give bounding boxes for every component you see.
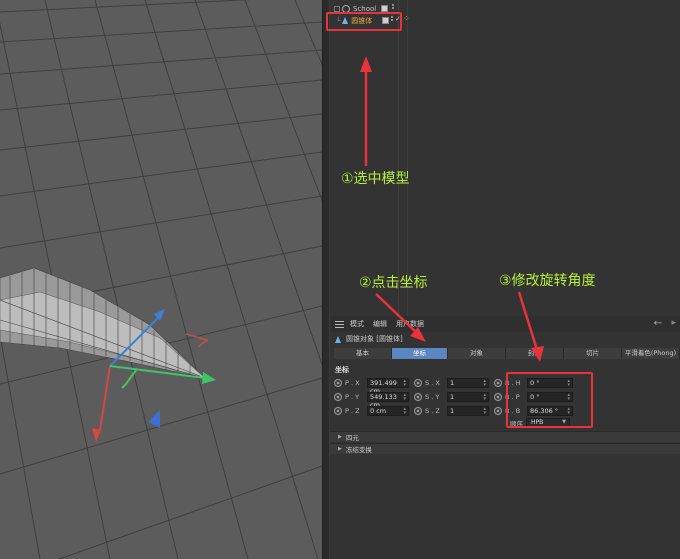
highlight-box-rotation	[506, 372, 593, 428]
group-freeze-transform[interactable]: ▶ 冻结变换	[330, 443, 680, 454]
spinner-icon[interactable]: ▴ ▾	[403, 406, 406, 415]
attribute-manager[interactable]: 模式 编辑 用户数据 ← ▸ 圆锥对象 [圆锥体] 基本 坐标 对象 封顶 切片…	[330, 316, 680, 559]
spinner-icon[interactable]: ▴ ▾	[403, 378, 406, 387]
attribute-tabs: 基本 坐标 对象 封顶 切片 平滑着色(Phong)	[334, 348, 680, 359]
group-freeze-label: 冻结变换	[345, 446, 372, 454]
annotation-step3: ③修改旋转角度	[499, 273, 596, 289]
object-manager[interactable]: School └ 圆锥体 ✓ ⁘ ①选中模型 ②点击坐标 ③修改旋转角度	[326, 0, 680, 316]
expand-arrow-icon: ▶	[338, 446, 342, 452]
position-x-field[interactable]: 391.499 cm ▴ ▾	[367, 377, 409, 395]
coord-label: S . Y	[425, 392, 440, 401]
annotation-arrows	[360, 56, 372, 166]
scale-z-field[interactable]: 1 ▴ ▾	[447, 405, 489, 416]
keyframe-radio[interactable]	[334, 406, 342, 415]
coord-label: P . Y	[345, 392, 360, 401]
expand-arrow-icon: ▶	[338, 434, 342, 440]
group-quaternion[interactable]: ▶ 四元	[330, 431, 680, 442]
keyframe-radio[interactable]	[494, 392, 502, 401]
keyframe-radio[interactable]	[414, 378, 422, 387]
attribute-object-header: 圆锥对象 [圆锥体]	[330, 333, 403, 345]
scale-y-value: 1	[450, 392, 455, 401]
spinner-icon[interactable]: ▴ ▾	[483, 406, 486, 415]
attribute-menubar: 模式 编辑 用户数据 ← ▸	[330, 316, 680, 332]
scale-x-value: 1	[450, 378, 455, 387]
tab-basic[interactable]: 基本	[334, 348, 392, 359]
3d-viewport[interactable]	[0, 0, 322, 559]
scale-y-field[interactable]: 1 ▴ ▾	[447, 391, 489, 402]
annotation-step1: ①选中模型	[341, 171, 410, 187]
menu-edit[interactable]: 编辑	[373, 319, 387, 329]
scale-z-value: 1	[450, 406, 455, 415]
panel-splitter[interactable]	[322, 0, 330, 559]
keyframe-radio[interactable]	[334, 378, 342, 387]
keyframe-radio[interactable]	[494, 378, 502, 387]
tab-slice[interactable]: 切片	[564, 348, 622, 359]
spinner-icon[interactable]: ▴ ▾	[483, 392, 486, 401]
menu-mode[interactable]: 模式	[350, 319, 364, 329]
coord-label: P . Z	[345, 406, 360, 415]
tab-phong[interactable]: 平滑着色(Phong)	[622, 348, 680, 359]
keyframe-radio[interactable]	[414, 406, 422, 415]
tab-coordinates[interactable]: 坐标	[392, 348, 448, 359]
annotation-step2: ②点击坐标	[359, 275, 428, 291]
section-title: 坐标	[335, 366, 349, 374]
spinner-icon[interactable]: ▴ ▾	[403, 392, 406, 401]
back-arrow-icon[interactable]: ←	[654, 318, 662, 329]
menu-hamburger-icon[interactable]	[335, 320, 344, 328]
keyframe-radio[interactable]	[494, 406, 502, 415]
keyframe-radio[interactable]	[334, 392, 342, 401]
more-icon[interactable]: ▸	[671, 318, 676, 328]
tab-caps[interactable]: 封顶	[506, 348, 564, 359]
viewport-scene	[0, 0, 322, 559]
coord-label: P . X	[345, 378, 360, 387]
menu-user-data[interactable]: 用户数据	[396, 319, 424, 329]
tab-object[interactable]: 对象	[448, 348, 506, 359]
position-y-field[interactable]: 549.133 cm ▴ ▾	[367, 391, 409, 409]
scale-x-field[interactable]: 1 ▴ ▾	[447, 377, 489, 388]
position-z-field[interactable]: 0 cm ▴ ▾	[367, 405, 409, 416]
cone-object-icon	[335, 335, 341, 343]
position-z-value: 0 cm	[370, 406, 387, 415]
group-quaternion-label: 四元	[345, 434, 359, 442]
keyframe-radio[interactable]	[414, 392, 422, 401]
spinner-icon[interactable]: ▴ ▾	[483, 378, 486, 387]
coord-label: S . X	[425, 378, 440, 387]
attribute-object-label: 圆锥对象 [圆锥体]	[346, 335, 403, 343]
coord-label: S . Z	[425, 406, 440, 415]
